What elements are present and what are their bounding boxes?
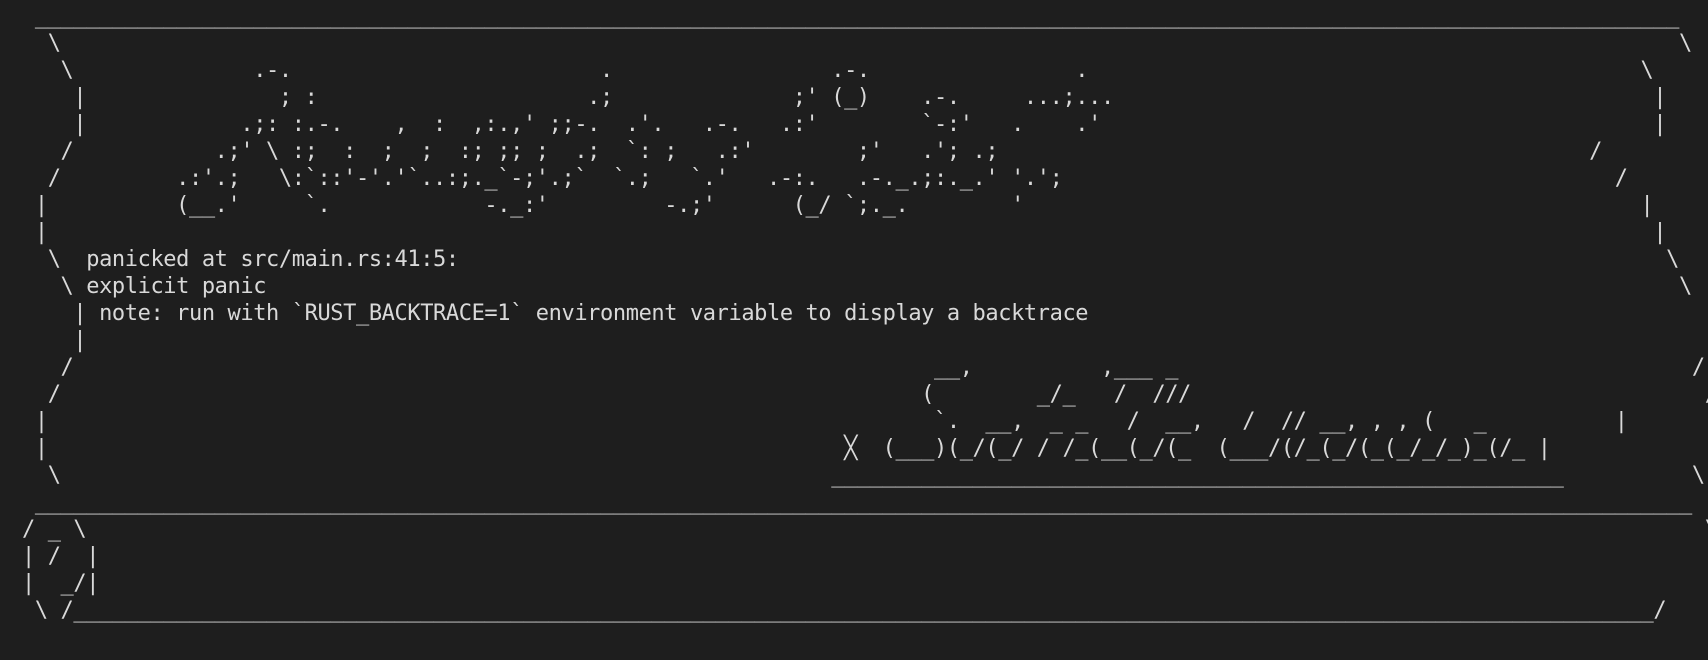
ascii-art-line: | (__.' `. -._:' -.;' (_/ `;._. ' |	[22, 193, 1654, 218]
signature-art-line: \ ______________________________________…	[22, 463, 1705, 488]
terminal-window: ________________________________________…	[22, 3, 1708, 657]
panic-message-line: \ explicit panic \	[22, 274, 1693, 299]
terminal-line: | |	[22, 328, 1708, 353]
terminal-line: ________________________________________…	[22, 4, 1680, 29]
backtrace-note-line: | note: run with `RUST_BACKTRACE=1` envi…	[22, 301, 1708, 326]
ascii-art-line: | ; : .; ;' (_) .-. ...;... |	[22, 85, 1667, 110]
terminal-line: | _/| |	[22, 571, 1708, 596]
ascii-art-line: \ .-. . .-. . \	[22, 58, 1654, 83]
terminal-line: \ \	[22, 31, 1693, 56]
terminal-line: \ /_____________________________________…	[22, 598, 1667, 623]
ascii-art-line: / .:'.; \:`::'-'.'`..:;._`-;'.;` `.; `.'…	[22, 166, 1628, 191]
ascii-art-line: | .;: :.-. , : ,:.,' ;;-. .'. .-. .:' `-…	[22, 112, 1667, 137]
terminal-line: ________________________________________…	[22, 490, 1692, 515]
panic-location-line: \ panicked at src/main.rs:41:5: \	[22, 247, 1680, 272]
terminal-line: / _ \ \	[22, 517, 1708, 542]
ascii-art-line: / .;' \ :; : ; ; :; ;; ; .; `: ; .:' ;' …	[22, 139, 1603, 164]
signature-art-line: | `. __, _ _ / __, / // __, , , ( _ |	[22, 409, 1628, 434]
signature-art-line: | ╳ (___)(_/(_/ / /_(__(_/(_ (___/(/_(_/…	[22, 436, 1551, 461]
terminal-line: | |	[22, 220, 1667, 245]
terminal-line: | / | |	[22, 544, 1708, 569]
signature-art-line: / __, ,___ _ /	[22, 355, 1706, 380]
signature-art-line: / ( _/_ / /// /	[22, 382, 1708, 407]
